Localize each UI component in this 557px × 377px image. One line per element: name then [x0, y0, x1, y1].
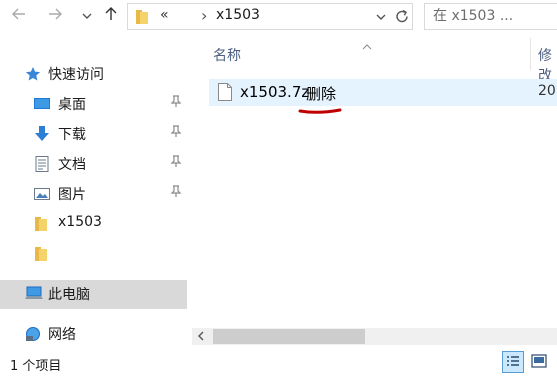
- address-overflow[interactable]: «: [160, 7, 169, 23]
- search-input[interactable]: 在 x1503 ...: [424, 3, 557, 30]
- sidebar-item-x1503[interactable]: x1503: [0, 210, 187, 239]
- address-bar[interactable]: « › x1503: [127, 3, 413, 30]
- computer-icon: [25, 286, 43, 302]
- large-icons-view-icon[interactable]: [529, 351, 551, 373]
- file-row[interactable]: x1503.7z 删除 20: [209, 79, 557, 106]
- sidebar-item-label: x1503: [58, 214, 102, 230]
- column-header-name[interactable]: 名称: [213, 45, 241, 65]
- scroll-left-icon[interactable]: [196, 331, 206, 344]
- sidebar-item-documents[interactable]: 文档: [0, 150, 187, 179]
- star-icon: [25, 66, 41, 82]
- delete-annotation: 删除: [306, 85, 337, 103]
- forward-arrow-icon[interactable]: [44, 6, 66, 28]
- folder-icon: [34, 216, 50, 232]
- sidebar-item-this-pc[interactable]: 此电脑: [0, 280, 187, 309]
- chevron-down-icon[interactable]: [76, 6, 98, 28]
- pin-icon[interactable]: [170, 185, 182, 200]
- file-name[interactable]: x1503.7z: [240, 83, 309, 101]
- download-icon: [34, 126, 50, 142]
- sidebar-item-label: 快速访问: [48, 67, 104, 83]
- sort-arrow-icon: [362, 38, 372, 54]
- pin-icon[interactable]: [170, 155, 182, 170]
- back-arrow-icon[interactable]: [8, 6, 30, 28]
- sidebar-item-label: 下载: [58, 127, 86, 143]
- scrollbar-thumb[interactable]: [213, 329, 365, 344]
- up-arrow-icon[interactable]: [100, 6, 122, 28]
- column-divider[interactable]: [530, 38, 531, 70]
- file-icon: [218, 83, 232, 105]
- sidebar-item-label: 图片: [58, 187, 86, 203]
- pictures-icon: [34, 186, 50, 202]
- sidebar-item-folder[interactable]: [0, 240, 187, 269]
- sidebar-item-label: 桌面: [58, 97, 86, 113]
- sidebar-item-desktop[interactable]: 桌面: [0, 90, 187, 119]
- sidebar-item-label: 此电脑: [48, 287, 90, 303]
- pin-icon[interactable]: [170, 125, 182, 140]
- sidebar-item-downloads[interactable]: 下载: [0, 120, 187, 149]
- desktop-icon: [34, 96, 50, 112]
- sidebar-item-network[interactable]: 网络: [0, 320, 187, 349]
- document-icon: [34, 156, 50, 172]
- annotation-underline: [298, 104, 342, 120]
- item-count: 1 个项目: [10, 359, 62, 374]
- sidebar-item-pictures[interactable]: 图片: [0, 180, 187, 209]
- address-separator[interactable]: ›: [201, 6, 207, 25]
- file-modified: 20: [538, 83, 556, 99]
- folder-icon: [34, 246, 50, 262]
- chevron-down-icon[interactable]: [375, 11, 387, 27]
- sidebar-item-quick-access[interactable]: 快速访问: [0, 60, 187, 89]
- network-icon: [25, 326, 41, 342]
- address-current[interactable]: x1503: [216, 7, 260, 23]
- sidebar-item-label: 网络: [48, 327, 76, 343]
- folder-icon: [135, 9, 149, 29]
- pin-icon[interactable]: [170, 95, 182, 110]
- sidebar-item-label: 文档: [58, 157, 86, 173]
- refresh-icon[interactable]: [394, 8, 410, 29]
- details-view-icon[interactable]: [502, 351, 524, 373]
